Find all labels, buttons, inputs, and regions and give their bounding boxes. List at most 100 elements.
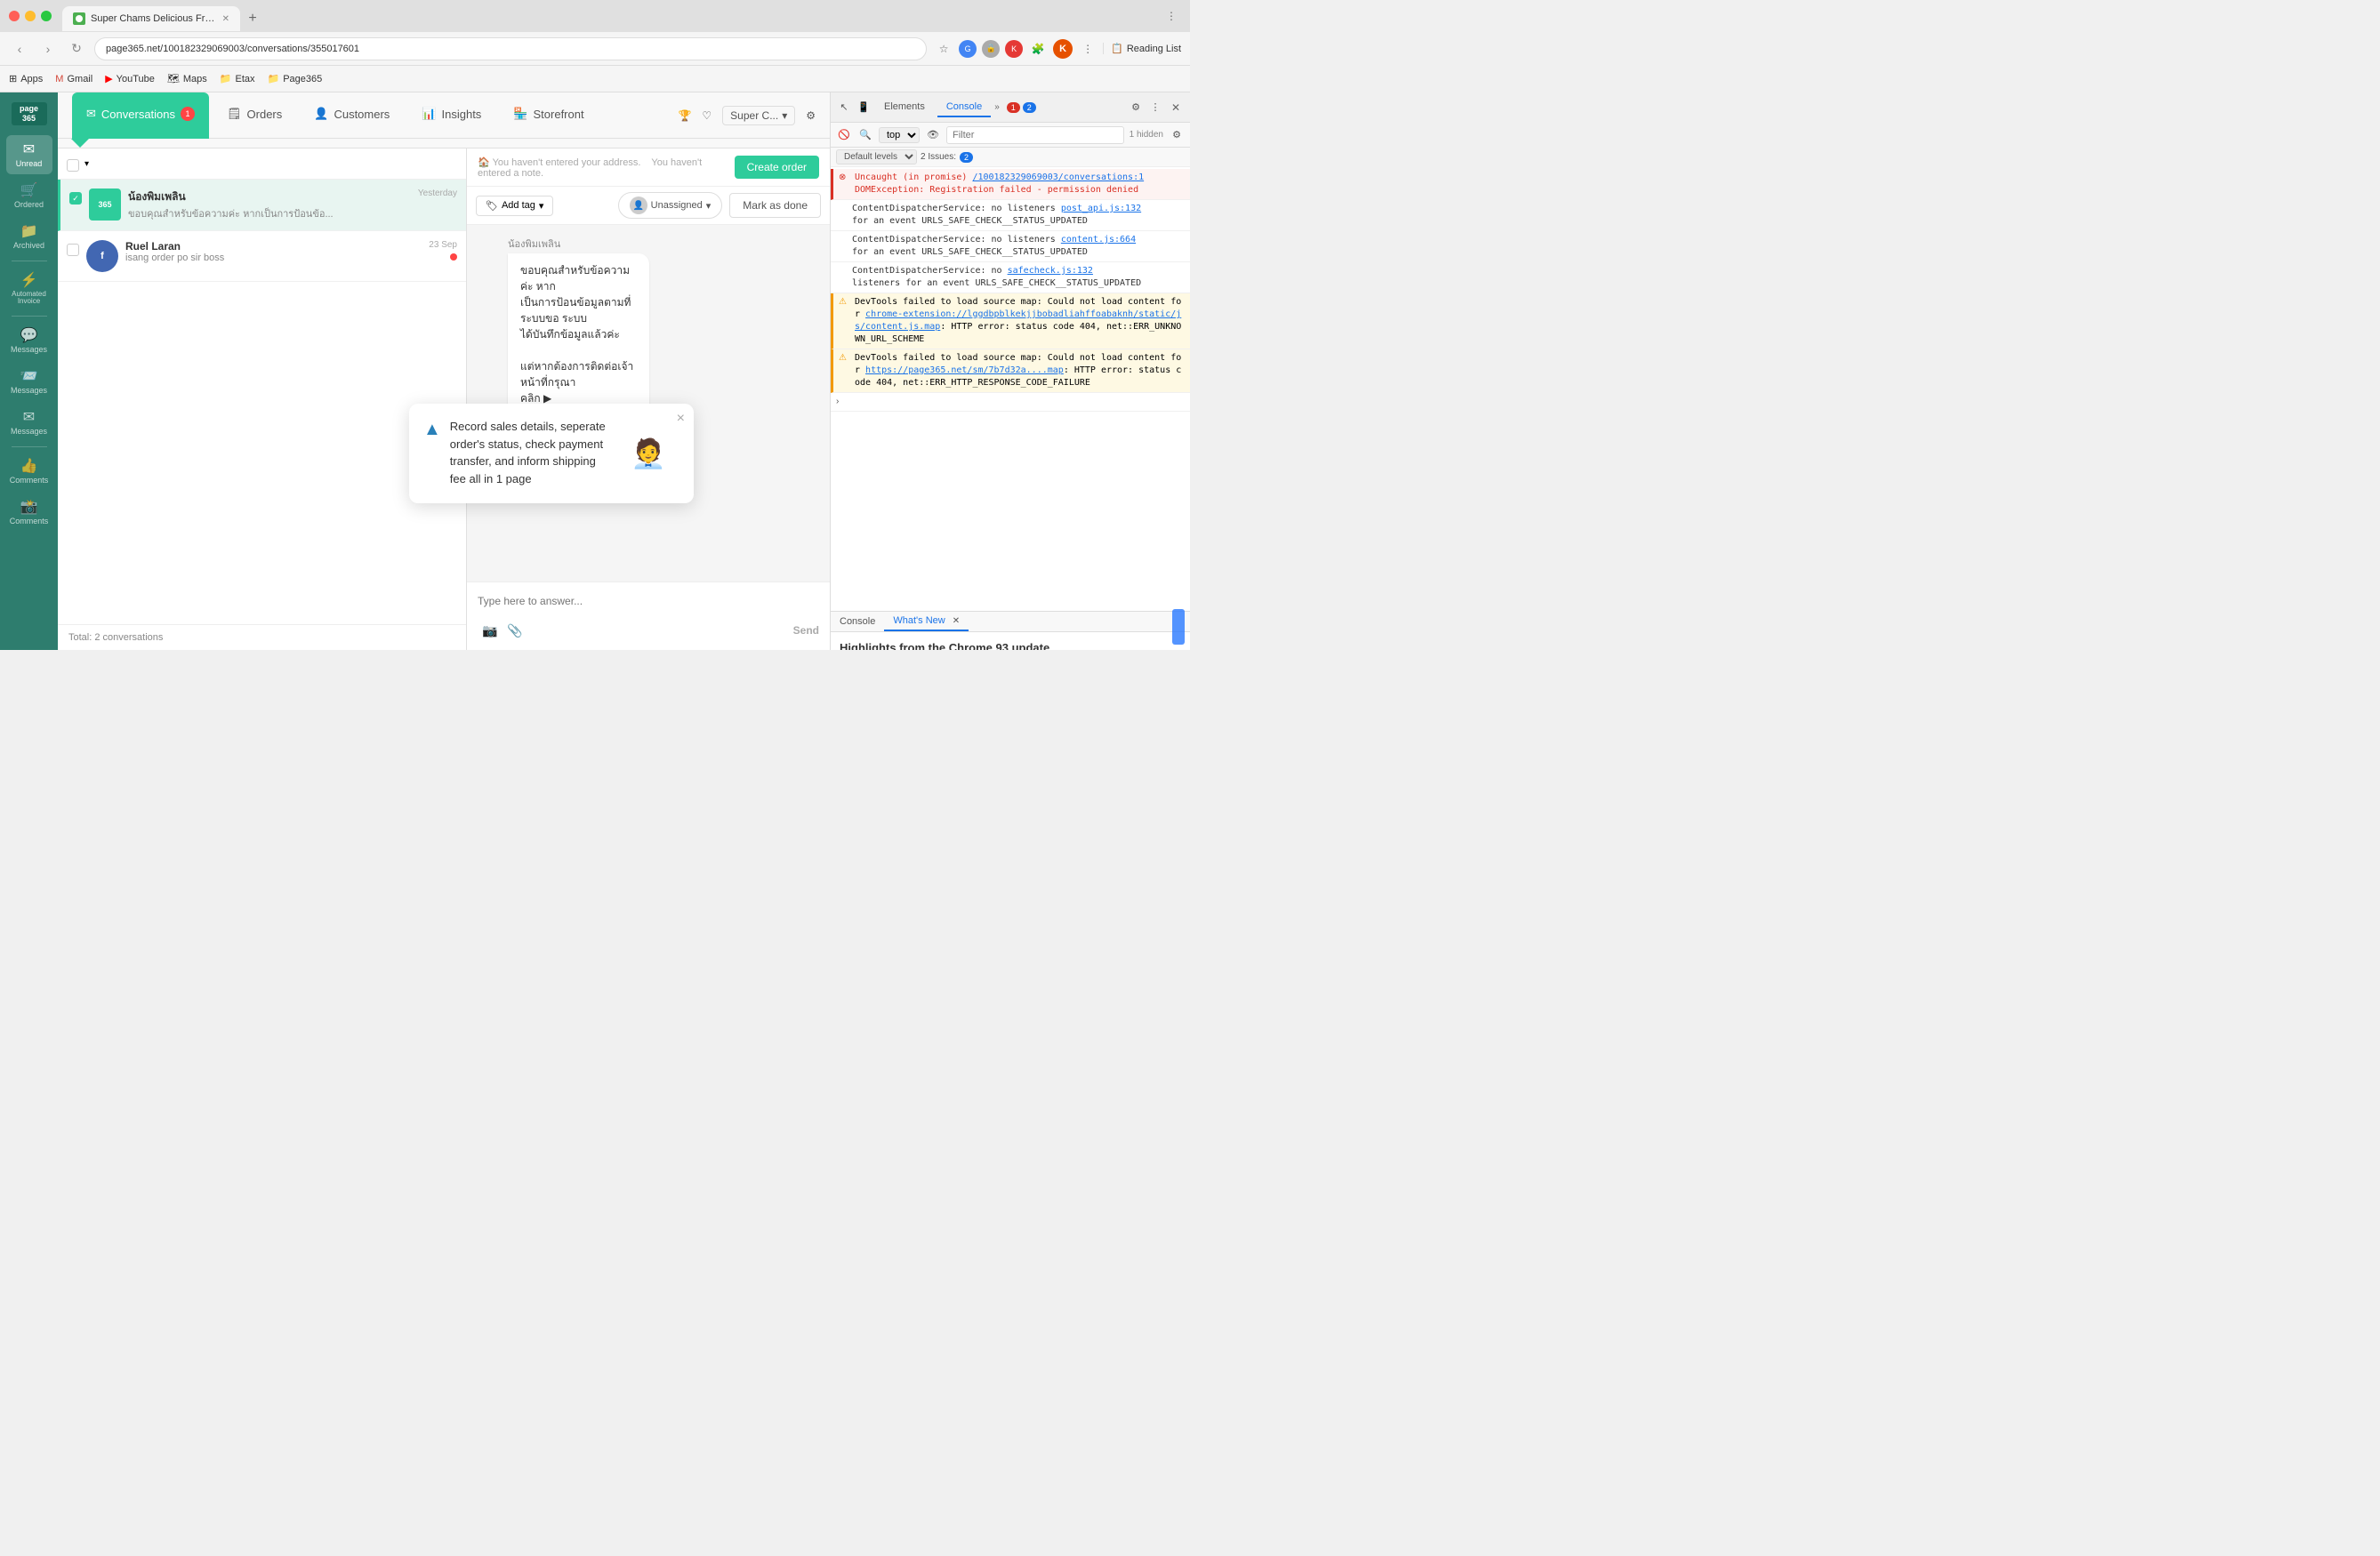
new-tab-button[interactable]: + (240, 6, 265, 31)
forward-button[interactable]: › (37, 38, 59, 60)
info-link-2[interactable]: content.js:664 (1061, 235, 1136, 245)
devtools-tab-console[interactable]: Console (937, 98, 991, 117)
error-badge: 1 (1007, 102, 1020, 113)
chrome-menu-icon[interactable]: ⋮ (1078, 39, 1098, 59)
trophy-icon[interactable]: 🏆 (678, 109, 691, 122)
devtools-cursor-icon[interactable]: ↖ (836, 100, 852, 116)
nav-tab-insights[interactable]: 📊 Insights (407, 92, 495, 139)
info-link-3[interactable]: safecheck.js:132 (1008, 266, 1093, 276)
tab-favicon (73, 12, 85, 25)
sidebar-item-comments-1[interactable]: 👍 Comments (6, 452, 52, 491)
conv-name-1: น้องพิมเพลิน (128, 188, 411, 205)
nav-tab-orders[interactable]: 🗒 Orders (213, 92, 296, 139)
info-link-1[interactable]: post_api.js:132 (1061, 204, 1141, 213)
extension-icon-3[interactable]: K (1005, 40, 1023, 58)
extension-icon-1[interactable]: G (959, 40, 977, 58)
refresh-button[interactable]: ↻ (66, 38, 87, 60)
maximize-button[interactable] (41, 11, 52, 21)
address-bar[interactable]: page365.net/100182329069003/conversation… (94, 37, 927, 60)
warn-icon-2: ⚠ (839, 352, 849, 365)
settings-icon[interactable]: ⚙ (806, 109, 816, 122)
devtools-tab-elements[interactable]: Elements (875, 98, 934, 117)
assign-button[interactable]: 👤 Unassigned ▾ (618, 192, 723, 219)
select-all-checkbox[interactable] (67, 159, 79, 172)
tab-close-icon[interactable]: ✕ (222, 14, 229, 24)
nav-tab-customers[interactable]: 👤 Customers (300, 92, 404, 139)
warn-link-2[interactable]: https://page365.net/sm/7b7d32a....map (865, 365, 1064, 375)
tooltip-close-button[interactable]: × (677, 411, 685, 427)
add-tag-button[interactable]: 🏷 Add tag ▾ (476, 196, 553, 216)
reading-list-label[interactable]: Reading List (1127, 44, 1181, 54)
sidebar-item-auto-invoice[interactable]: ⚡ Automated Invoice (6, 266, 52, 312)
sidebar-item-messages-1[interactable]: 💬 Messages (6, 321, 52, 360)
devtools-close-button[interactable]: ✕ (1167, 99, 1185, 116)
filter-settings-icon[interactable]: ⚙ (1169, 127, 1185, 143)
bookmark-youtube[interactable]: ▶ YouTube (105, 73, 155, 84)
tag-icon: 🏷 (486, 200, 498, 212)
sidebar-item-messages-2[interactable]: 📨 Messages (6, 362, 52, 401)
devtools-more-icon[interactable]: ⋮ (1147, 100, 1163, 116)
error-link[interactable]: /100182329069003/conversations:1 (972, 172, 1144, 182)
warn-link-1[interactable]: chrome-extension://lggdbpblkekjjbobadlia… (855, 309, 1181, 332)
sidebar-archived-label: Archived (13, 242, 44, 251)
context-selector[interactable]: top (879, 127, 920, 143)
whats-new-close-icon[interactable]: ✕ (953, 616, 960, 626)
comments-1-icon: 👍 (20, 457, 38, 475)
shop-selector[interactable]: Super C... ▾ (722, 106, 795, 125)
sidebar-item-archived[interactable]: 📁 Archived (6, 217, 52, 256)
create-order-button[interactable]: Create order (735, 156, 819, 179)
console-filter-input[interactable] (946, 126, 1124, 144)
sidebar-item-unread[interactable]: ✉ Unread (6, 135, 52, 174)
nav-tab-storefront[interactable]: 🏪 Storefront (499, 92, 598, 139)
sidebar-item-messages-3[interactable]: ✉ Messages (6, 403, 52, 442)
conversation-item-2[interactable]: f Ruel Laran isang order po sir boss 23 … (58, 231, 466, 282)
maps-icon: 🗺 (167, 73, 180, 84)
bookmark-etax[interactable]: 📁 Etax (220, 73, 255, 84)
console-entry-warn-2: ⚠ DevTools failed to load source map: Co… (831, 349, 1190, 393)
log-levels-selector[interactable]: Default levels (836, 149, 917, 164)
dropdown-arrow[interactable]: ▾ (84, 159, 89, 169)
info-text-1: ContentDispatcherService: no listeners p… (852, 203, 1185, 228)
bookmark-maps[interactable]: 🗺 Maps (167, 73, 207, 84)
close-button[interactable] (9, 11, 20, 21)
browser-menu-icon[interactable]: ⋮ (1162, 6, 1181, 26)
camera-icon[interactable]: 📷 (478, 618, 503, 643)
conv-body-2: Ruel Laran isang order po sir boss (125, 240, 422, 263)
back-button[interactable]: ‹ (9, 38, 30, 60)
chat-input[interactable] (478, 590, 819, 613)
conv-checkbox-2[interactable] (67, 244, 79, 256)
warn-icon-1: ⚠ (839, 296, 849, 309)
profile-icon[interactable]: K (1053, 39, 1073, 59)
conversations-label: Conversations (101, 108, 175, 121)
mark-done-button[interactable]: Mark as done (729, 193, 821, 218)
attachment-icon[interactable]: 📎 (503, 618, 527, 643)
extensions-icon[interactable]: 🧩 (1028, 39, 1048, 59)
minimize-button[interactable] (25, 11, 36, 21)
sidebar-item-ordered[interactable]: 🛒 Ordered (6, 176, 52, 215)
devtools-whats-new-tab[interactable]: What's New ✕ (884, 612, 969, 631)
sidebar-item-comments-2[interactable]: 📸 Comments (6, 493, 52, 532)
send-button[interactable]: Send (793, 624, 819, 637)
eye-icon[interactable]: 👁 (925, 127, 941, 143)
nav-tab-conversations[interactable]: ✉ Conversations 1 (72, 92, 209, 139)
browser-tab[interactable]: Super Chams Delicious Fried C ✕ (62, 6, 240, 31)
console-filter-icon[interactable]: 🔍 (857, 127, 873, 143)
console-chevron-icon[interactable]: › (836, 396, 839, 408)
bookmark-icon[interactable]: ☆ (934, 39, 953, 59)
devtools-scrollbar[interactable] (1172, 631, 1185, 645)
console-log: ⊗ Uncaught (in promise) /100182329069003… (831, 167, 1190, 611)
devtools-settings-icon[interactable]: ⚙ (1128, 100, 1144, 116)
bookmark-gmail[interactable]: M Gmail (55, 74, 92, 84)
conv-checkbox-1[interactable]: ✓ (69, 192, 82, 205)
extension-icon-2[interactable]: 🔒 (982, 40, 1000, 58)
devtools-console-bottom-tab[interactable]: Console (831, 612, 884, 631)
traffic-lights[interactable] (9, 11, 52, 21)
devtools-device-icon[interactable]: 📱 (856, 100, 872, 116)
heart-icon[interactable]: ♡ (702, 109, 712, 122)
conv-preview-1: ขอบคุณสำหรับข้อความค่ะ หากเป็นการป้อนข้อ… (128, 205, 411, 221)
console-clear-icon[interactable]: 🚫 (836, 127, 852, 143)
bookmark-apps[interactable]: ⊞ Apps (9, 73, 43, 84)
bookmark-page365[interactable]: 📁 Page365 (268, 73, 323, 84)
devtools-more-tabs[interactable]: » (994, 102, 1000, 112)
conversation-item-1[interactable]: ✓ 365 น้องพิมเพลิน ขอบคุณสำหรับข้อความค่… (58, 180, 466, 231)
